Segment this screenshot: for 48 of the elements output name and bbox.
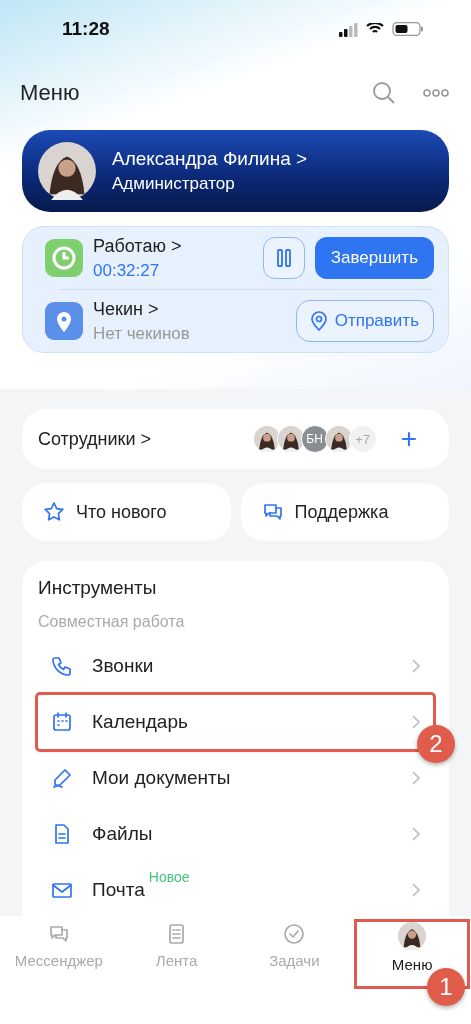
- pause-icon: [276, 249, 291, 267]
- employees-link[interactable]: Сотрудники >: [38, 428, 257, 450]
- profile-role: Администратор: [112, 174, 236, 194]
- new-label: Новое: [148, 869, 190, 885]
- menu-item[interactable]: Звонки: [38, 639, 433, 693]
- profile-name: Александра Филина >: [112, 148, 309, 170]
- send-button[interactable]: Отправить: [295, 300, 434, 342]
- battery-icon: [392, 22, 423, 36]
- clock-icon: [45, 239, 83, 277]
- star-icon: [42, 500, 66, 524]
- menu-item[interactable]: Почта Новое: [38, 863, 433, 917]
- location-pin-icon: [310, 311, 327, 331]
- finish-button[interactable]: Завершить: [314, 237, 434, 279]
- initials-avatar: БН: [300, 425, 329, 453]
- signal-icon: [339, 21, 358, 37]
- pen-icon: [50, 766, 74, 790]
- menu-item[interactable]: Файлы: [38, 807, 433, 861]
- chevron-icon: [411, 714, 421, 730]
- employee-avatar: [253, 426, 280, 452]
- page-title: Меню: [20, 80, 81, 106]
- step-badge: 2: [417, 725, 455, 763]
- add-button[interactable]: +: [400, 425, 433, 453]
- chevron-icon: [411, 826, 421, 842]
- employee-avatar: [325, 426, 352, 452]
- section-subtitle: Совместная работа: [38, 613, 186, 631]
- work-timer: 00:32:27: [93, 260, 161, 281]
- more-count: +7: [348, 425, 377, 453]
- more-icon[interactable]: [423, 88, 449, 98]
- quick-link[interactable]: Что нового: [22, 483, 231, 541]
- quick-link[interactable]: Поддержка: [240, 483, 449, 541]
- employee-avatar: [277, 426, 304, 452]
- work-status[interactable]: Работаю >: [93, 235, 253, 257]
- calendar-icon: [50, 710, 74, 734]
- pause-button[interactable]: [262, 237, 305, 279]
- location-icon: [45, 302, 83, 340]
- check-circle-icon: [282, 922, 307, 946]
- chevron-icon: [411, 770, 421, 786]
- section-title: Инструменты: [38, 577, 158, 599]
- avatar: [398, 922, 427, 950]
- phone-icon: [50, 654, 74, 678]
- status-time: 11:28: [62, 18, 110, 40]
- checkin-subtitle: Нет чекинов: [93, 323, 191, 344]
- chevron-icon: [411, 882, 421, 898]
- chevron-icon: [411, 658, 421, 674]
- search-icon[interactable]: [371, 80, 397, 106]
- avatar: [38, 142, 96, 200]
- profile-card[interactable]: Александра Филина > Администратор: [22, 130, 449, 212]
- checkin-title[interactable]: Чекин >: [93, 298, 286, 320]
